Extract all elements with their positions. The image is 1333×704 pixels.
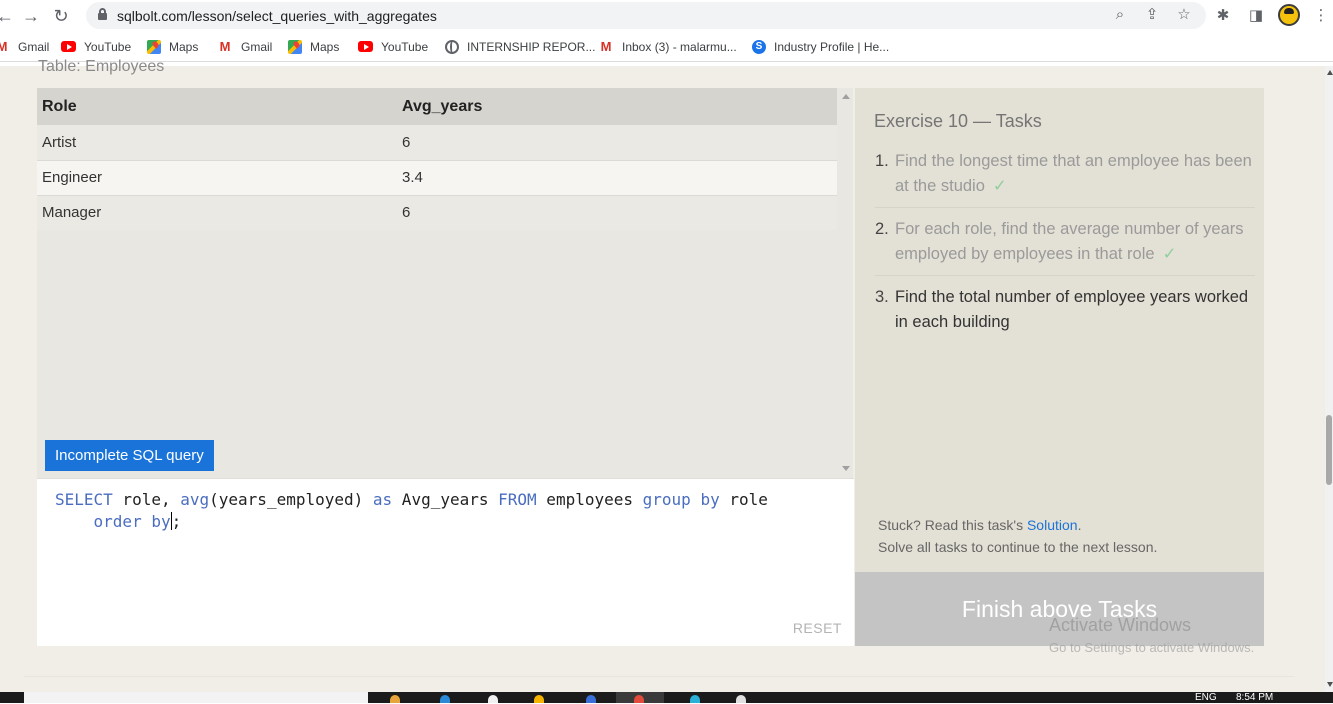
table-caption: Table: Employees [38,58,165,75]
task-item: 2. For each role, find the average numbe… [875,216,1255,276]
table-cell: Engineer [37,160,397,196]
table-cell: 3.4 [397,160,837,196]
share-icon[interactable]: ⇪ [1142,5,1162,25]
bookmark-youtube-2[interactable]: YouTube [358,39,428,55]
table-row: Artist 6 [37,125,837,161]
url-text: sqlbolt.com/lesson/select_queries_with_a… [117,8,437,24]
browser-toolbar: ← → ↻ sqlbolt.com/lesson/select_queries_… [0,0,1333,32]
lock-icon [98,8,107,20]
table-cell: Artist [37,125,397,161]
industry-icon: S [752,40,766,54]
table-header-row: Role Avg_years [37,88,837,125]
app-icon[interactable] [586,695,596,703]
table-cell: 6 [397,125,837,161]
sql-keyword: group by [642,490,720,509]
bookmark-maps[interactable]: Maps [147,39,198,55]
bookmark-youtube[interactable]: YouTube [61,39,131,55]
reset-button[interactable]: RESET [793,620,842,636]
globe-icon [445,40,459,54]
youtube-icon [358,41,373,52]
sql-editor[interactable]: SELECT role, avg(years_employed) as Avg_… [37,478,854,646]
bookmark-gmail[interactable]: M Gmail [0,39,49,55]
exercise-title: Exercise 10 — Tasks [874,111,1042,131]
task-item: 3. Find the total number of employee yea… [875,288,1249,331]
sql-keyword: FROM [498,490,537,509]
check-icon: ✓ [1162,245,1177,263]
language-indicator[interactable]: ENG [1195,692,1217,704]
app-icon[interactable] [690,695,700,703]
scroll-up-arrow-icon[interactable] [1327,70,1333,75]
activate-windows-subtitle: Go to Settings to activate Windows. [1049,640,1255,655]
zoom-icon[interactable]: ⌕ [1110,5,1130,25]
check-icon: ✓ [992,177,1007,195]
table-row: Engineer 3.4 [37,160,837,196]
sql-query-text[interactable]: SELECT role, avg(years_employed) as Avg_… [55,489,768,533]
sql-keyword: order by [93,512,171,531]
gmail-icon: M [600,39,612,54]
results-scrollbar[interactable] [837,88,853,478]
help-text: Stuck? Read this task's Solution. Solve … [878,517,1158,555]
table-cell: Manager [37,195,397,230]
column-header-role: Role [37,88,397,125]
profile-avatar[interactable] [1278,4,1300,26]
address-bar[interactable]: sqlbolt.com/lesson/select_queries_with_a… [86,2,1206,29]
solution-link[interactable]: Solution [1027,517,1078,533]
app-icon[interactable] [390,695,400,703]
chrome-icon[interactable] [634,695,644,703]
exercise-tasks-panel: Exercise 10 — Tasks 1. Find the longest … [855,88,1264,572]
taskbar-search-box[interactable] [24,692,368,703]
bookmark-internship-report[interactable]: INTERNSHIP REPOR... [445,39,595,55]
edge-icon[interactable] [440,695,450,703]
back-arrow-icon[interactable]: ← [0,5,16,27]
maps-icon [147,40,161,54]
status-badge: Incomplete SQL query [45,440,214,471]
sql-keyword: as [372,490,393,509]
page-scrollbar[interactable] [1325,66,1333,692]
bookmarks-bar: M Gmail YouTube Maps M Gmail Maps YouTube … [0,32,1333,62]
youtube-icon [61,41,76,52]
app-icon[interactable] [488,695,498,703]
clock[interactable]: 8:54 PM [1236,692,1273,704]
gmail-icon: M [0,39,8,54]
column-header-avg-years: Avg_years [397,88,837,125]
menu-dots-icon[interactable]: ⋮ [1310,5,1332,27]
file-explorer-icon[interactable] [534,695,544,703]
bookmark-maps-2[interactable]: Maps [288,39,339,55]
activate-windows-title: Activate Windows [1049,615,1192,635]
gmail-icon: M [219,39,231,54]
results-table: Role Avg_years Artist 6 Engineer 3.4 Man… [37,88,837,230]
bookmark-gmail-2[interactable]: M Gmail [217,39,273,55]
task-list: 1. Find the longest time that an employe… [875,148,1255,351]
task-item: 1. Find the longest time that an employe… [875,148,1255,208]
bookmark-industry-profile[interactable]: S Industry Profile | He... [752,39,889,55]
scroll-up-arrow-icon[interactable] [842,94,850,99]
windows-taskbar: ENG 8:54 PM [0,692,1333,703]
forward-arrow-icon[interactable]: → [20,5,42,27]
scroll-down-arrow-icon[interactable] [1327,682,1333,687]
maps-icon [288,40,302,54]
sql-keyword: SELECT [55,490,113,509]
scrollbar-thumb[interactable] [1326,415,1332,485]
sql-function: avg [180,490,210,509]
table-row: Manager 6 [37,195,837,230]
reload-icon[interactable]: ↻ [50,5,72,27]
extensions-icon[interactable]: ✱ [1212,5,1234,27]
app-icon[interactable] [736,695,746,703]
star-icon[interactable]: ☆ [1174,5,1194,25]
divider [24,676,1294,677]
table-cell: 6 [397,195,837,230]
bookmark-inbox[interactable]: M Inbox (3) - malarmu... [598,39,737,55]
query-results-panel: Role Avg_years Artist 6 Engineer 3.4 Man… [37,88,853,478]
side-panel-icon[interactable]: ◨ [1245,5,1267,27]
scroll-down-arrow-icon[interactable] [842,466,850,471]
